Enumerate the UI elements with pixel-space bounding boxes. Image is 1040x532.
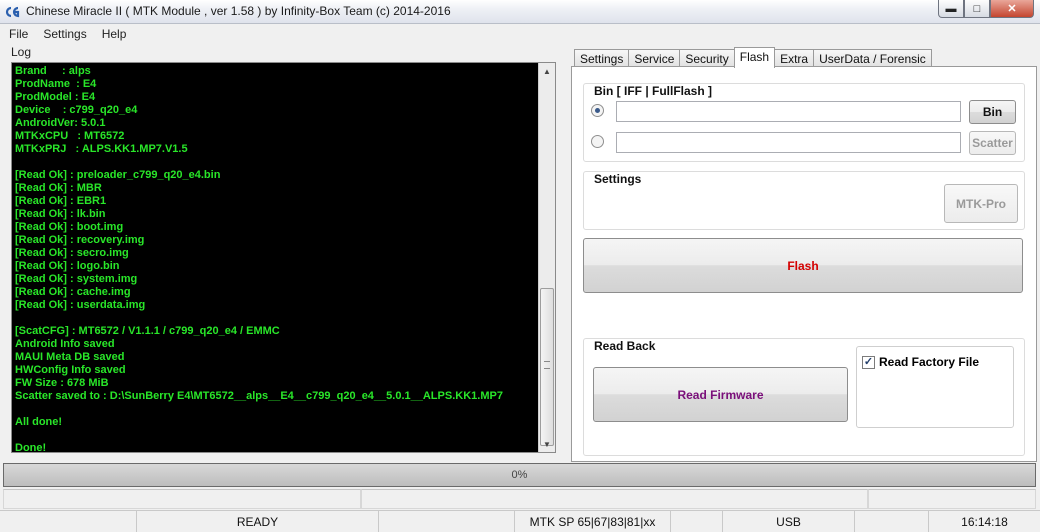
log-line: [Read Ok] : EBR1 [15, 195, 107, 207]
status-blank [855, 511, 929, 532]
status-connection: USB [723, 511, 855, 532]
menu-bar: File Settings Help [0, 25, 1040, 45]
factory-file-box: ✓ Read Factory File [856, 346, 1014, 428]
flash-tab-content: Bin [ IFF | FullFlash ] Bin Scatter Sett… [571, 66, 1037, 462]
title-bar[interactable]: Chinese Miracle II ( MTK Module , ver 1.… [0, 0, 1040, 24]
read-back-group: Read Back Read Firmware ✓ Read Factory F… [583, 338, 1025, 456]
maximize-icon: □ [973, 2, 981, 15]
log-line: [Read Ok] : system.img [15, 273, 138, 285]
close-button[interactable]: ✕ [990, 0, 1034, 18]
tab-extra[interactable]: Extra [774, 49, 815, 67]
minimize-icon: ▬ [945, 2, 957, 15]
info-cell [361, 489, 868, 509]
log-line: [Read Ok] : userdata.img [15, 299, 146, 311]
menu-file[interactable]: File [0, 25, 34, 45]
bin-group-title: Bin [ IFF | FullFlash ] [592, 84, 715, 98]
tab-service[interactable]: Service [628, 49, 681, 67]
flash-button[interactable]: Flash [583, 238, 1023, 293]
menu-settings[interactable]: Settings [34, 25, 92, 45]
read-firmware-button[interactable]: Read Firmware [593, 367, 848, 422]
window-controls: ▬ □ ✕ [938, 0, 1034, 18]
log-line: Brand : alps [15, 65, 91, 77]
log-line: [Read Ok] : MBR [15, 182, 102, 194]
checkmark-icon: ✓ [863, 356, 874, 368]
log-label: Log [11, 45, 32, 59]
progress-text: 0% [511, 469, 528, 481]
status-bar: READY MTK SP 65|67|83|81|xx USB 16:14:18 [0, 510, 1040, 532]
log-line: [Read Ok] : cache.img [15, 286, 131, 298]
log-panel[interactable]: Brand : alps ProdName : E4 ProdModel : E4 D… [11, 62, 556, 453]
log-line: Scatter saved to : D:\SunBerry E4\MT6572… [15, 390, 503, 402]
maximize-button[interactable]: □ [964, 0, 990, 18]
app-logo-icon [5, 6, 20, 18]
right-panel: Settings Service Security Flash Extra Us… [571, 46, 1037, 462]
read-factory-file-checkbox[interactable]: ✓ [862, 356, 875, 369]
log-line: [Read Ok] : secro.img [15, 247, 129, 259]
bin-button[interactable]: Bin [969, 100, 1016, 124]
log-line: MAUI Meta DB saved [15, 351, 125, 363]
log-line: MTKxCPU : MT6572 [15, 130, 125, 142]
info-cell [868, 489, 1036, 509]
window-title: Chinese Miracle II ( MTK Module , ver 1.… [26, 4, 451, 18]
log-line: [Read Ok] : boot.img [15, 221, 124, 233]
log-line: [Read Ok] : preloader_c799_q20_e4.bin [15, 169, 221, 181]
tab-userdata-forensic[interactable]: UserData / Forensic [813, 49, 932, 67]
bin-group: Bin [ IFF | FullFlash ] Bin Scatter [583, 83, 1025, 162]
tab-security[interactable]: Security [679, 49, 735, 67]
log-text: Brand : alps ProdName : E4 ProdModel : E4 D… [15, 65, 537, 453]
status-cell-blank [0, 511, 137, 532]
log-line: FW Size : 678 MiB [15, 377, 109, 389]
status-time: 16:14:18 [961, 514, 1008, 529]
close-icon: ✕ [1007, 3, 1017, 15]
log-line: HWConfig Info saved [15, 364, 126, 376]
log-line: [Read Ok] : recovery.img [15, 234, 145, 246]
log-line: AndroidVer: 5.0.1 [15, 117, 106, 129]
log-line: [ScatCFG] : MT6572 / V1.1.1 / c799_q20_e… [15, 325, 280, 337]
scrollbar-thumb[interactable] [540, 288, 554, 446]
progress-bar: 0% [3, 463, 1036, 487]
status-blank [379, 511, 515, 532]
read-back-group-title: Read Back [592, 339, 658, 353]
info-cell [3, 489, 361, 509]
log-line: Done! [15, 442, 47, 453]
scatter-radio[interactable] [591, 135, 604, 148]
log-line: All done! [15, 416, 63, 428]
status-blank [671, 511, 723, 532]
tab-settings[interactable]: Settings [574, 49, 630, 67]
scroll-down-icon[interactable]: ▼ [539, 436, 555, 452]
tab-strip: Settings Service Security Flash Extra Us… [574, 47, 932, 68]
status-state: READY [137, 511, 379, 532]
log-line: ProdModel : E4 [15, 91, 96, 103]
bin-radio[interactable] [591, 104, 604, 117]
scatter-button[interactable]: Scatter [969, 131, 1016, 155]
scroll-up-icon[interactable]: ▲ [539, 63, 555, 79]
log-line: MTKxPRJ : ALPS.KK1.MP7.V1.5 [15, 143, 188, 155]
settings-group-title: Settings [592, 172, 644, 186]
log-line: ProdName : E4 [15, 78, 97, 90]
settings-group: Settings MTK-Pro [583, 171, 1025, 230]
tab-flash[interactable]: Flash [733, 47, 776, 68]
grip-icon [544, 361, 550, 369]
log-scrollbar[interactable]: ▲ ▼ [538, 63, 555, 452]
log-line: Device : c799_q20_e4 [15, 104, 138, 116]
info-bar [3, 489, 1036, 509]
bin-path-input[interactable] [616, 101, 961, 122]
mtk-pro-button[interactable]: MTK-Pro [944, 184, 1018, 223]
read-factory-file-label: Read Factory File [879, 355, 980, 369]
menu-help[interactable]: Help [93, 25, 133, 45]
minimize-button[interactable]: ▬ [938, 0, 964, 18]
log-line: Android Info saved [15, 338, 115, 350]
scatter-path-input[interactable] [616, 132, 961, 153]
status-mtk-info: MTK SP 65|67|83|81|xx [515, 511, 671, 532]
log-line: [Read Ok] : lk.bin [15, 208, 106, 220]
log-line: [Read Ok] : logo.bin [15, 260, 120, 272]
